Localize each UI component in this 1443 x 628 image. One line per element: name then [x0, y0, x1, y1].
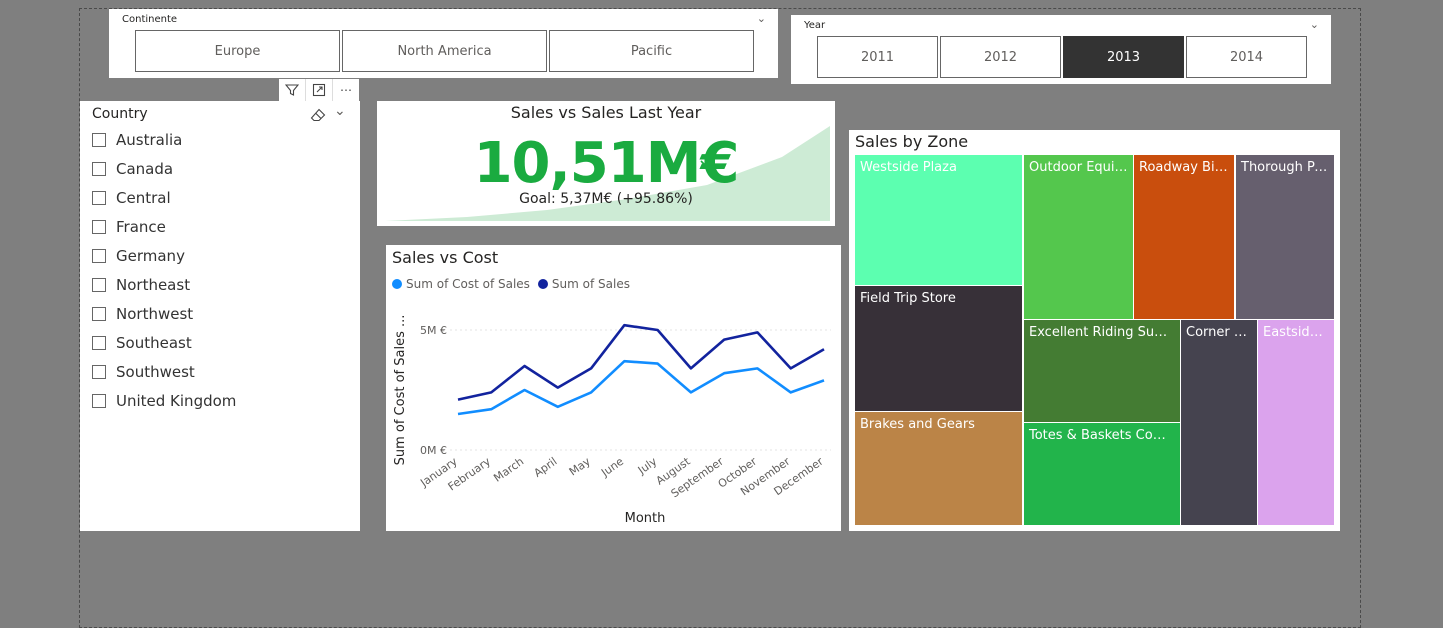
kpi-title: Sales vs Sales Last Year [510, 103, 702, 122]
country-item[interactable]: Southwest [92, 361, 195, 383]
treemap-cell[interactable]: Westside Plaza [855, 155, 1022, 285]
treemap-cell[interactable]: Thorough Par... [1236, 155, 1334, 319]
country-item[interactable]: Southeast [92, 332, 192, 354]
treemap-cell[interactable]: Corner Bi... [1181, 320, 1257, 525]
country-item[interactable]: Northwest [92, 303, 193, 325]
country-item[interactable]: Canada [92, 158, 173, 180]
chevron-down-icon[interactable]: ⌄ [1310, 18, 1319, 31]
y-tick-label: 5M € [420, 324, 447, 337]
x-axis-title: Month [625, 511, 666, 526]
country-label: Southeast [116, 334, 192, 352]
kpi-goal: Goal: 5,37M€ (+95.86%) [519, 191, 693, 207]
country-label: Canada [116, 160, 174, 178]
checkbox[interactable] [92, 278, 106, 292]
x-tick-label: July [635, 455, 660, 478]
country-label: Germany [116, 247, 185, 265]
country-label: France [116, 218, 166, 236]
treemap-cell[interactable]: Totes & Baskets Compa... [1024, 423, 1180, 525]
year-tile-2014[interactable]: 2014 [1186, 36, 1307, 78]
checkbox[interactable] [92, 249, 106, 263]
treemap-title: Sales by Zone [855, 132, 969, 151]
checkbox[interactable] [92, 133, 106, 147]
country-label: Northwest [116, 305, 194, 323]
treemap-cell[interactable]: Roadway Bicy... [1134, 155, 1234, 319]
country-slicer-title: Country [92, 106, 148, 122]
country-label: United Kingdom [116, 392, 237, 410]
treemap-cell[interactable]: Field Trip Store [855, 286, 1022, 411]
checkbox[interactable] [92, 365, 106, 379]
chevron-down-icon[interactable]: ⌄ [757, 12, 766, 25]
continent-tile-pacific[interactable]: Pacific [549, 30, 754, 72]
treemap-cell[interactable]: Brakes and Gears [855, 412, 1022, 525]
checkbox[interactable] [92, 336, 106, 350]
country-slicer: Country ⌄ Australia Canada Central France Ge… [80, 101, 360, 531]
treemap-cell[interactable]: Excellent Riding Supplies [1024, 320, 1180, 422]
x-tick-label: March [491, 455, 526, 485]
x-tick-label: April [531, 455, 559, 480]
checkmark-icon [699, 153, 715, 172]
year-tile-2011[interactable]: 2011 [817, 36, 938, 78]
more-options-icon[interactable]: ⋯ [333, 79, 359, 101]
treemap-cell[interactable]: Eastside ... [1258, 320, 1334, 525]
filter-icon[interactable] [279, 79, 306, 101]
checkbox[interactable] [92, 307, 106, 321]
y-axis-title: Sum of Cost of Sales ... [393, 315, 408, 466]
checkbox[interactable] [92, 162, 106, 176]
line-chart-plot: 5M €0M €JanuaryFebruaryMarch April May June… [393, 315, 831, 526]
continent-tile-north-america[interactable]: North America [342, 30, 547, 72]
country-label: Southwest [116, 363, 195, 381]
year-slicer-title: Year [804, 20, 826, 31]
chevron-down-icon[interactable]: ⌄ [334, 103, 346, 119]
checkbox[interactable] [92, 220, 106, 234]
year-tile-2013[interactable]: 2013 [1063, 36, 1184, 78]
continent-slicer-title: Continente [122, 14, 178, 25]
x-tick-label: May [567, 455, 593, 479]
eraser-icon[interactable] [310, 107, 326, 126]
country-item[interactable]: United Kingdom [92, 390, 236, 412]
sales-by-zone-treemap: Sales by Zone Westside Plaza Field Trip S… [849, 130, 1340, 531]
continent-tile-europe[interactable]: Europe [135, 30, 340, 72]
kpi-value: 10,51M€ [473, 131, 740, 196]
country-item[interactable]: Northeast [92, 274, 190, 296]
checkbox[interactable] [92, 191, 106, 205]
country-item[interactable]: Germany [92, 245, 185, 267]
country-item[interactable]: France [92, 216, 166, 238]
country-label: Central [116, 189, 171, 207]
continent-slicer: Continente ⌄ Europe North America Pacifi… [109, 9, 778, 78]
kpi-card: Sales vs Sales Last Year 10,51M€ Goal: 5… [377, 101, 835, 226]
sales-vs-cost-chart: Sales vs Cost Sum of Cost of Sales Sum o… [386, 245, 841, 531]
checkbox[interactable] [92, 394, 106, 408]
country-label: Australia [116, 131, 183, 149]
year-slicer: Year ⌄ 2011 2012 2013 2014 [791, 15, 1331, 84]
country-item[interactable]: Central [92, 187, 171, 209]
y-tick-label: 0M € [420, 444, 447, 457]
country-label: Northeast [116, 276, 191, 294]
country-item[interactable]: Australia [92, 129, 182, 151]
treemap-cell[interactable]: Outdoor Equip... [1024, 155, 1133, 319]
x-tick-label: June [598, 455, 626, 480]
focus-mode-icon[interactable] [306, 79, 333, 101]
year-tile-2012[interactable]: 2012 [940, 36, 1061, 78]
visual-header: ⋯ [279, 79, 359, 101]
series-line-0 [457, 359, 825, 416]
